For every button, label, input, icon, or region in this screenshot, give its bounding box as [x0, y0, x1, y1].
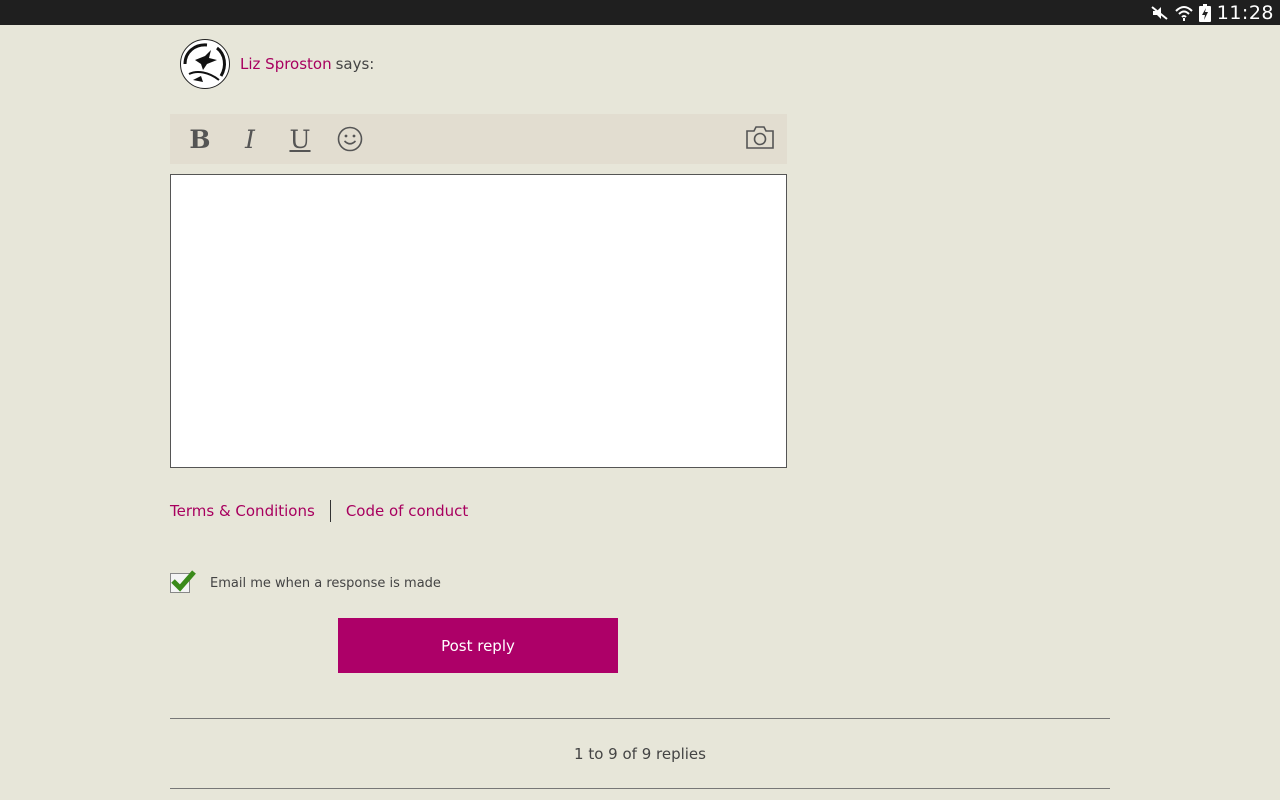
mute-icon: [1151, 5, 1169, 21]
editor-toolbar: B I U: [170, 114, 787, 164]
email-notify-label: Email me when a response is made: [210, 575, 441, 591]
underline-button[interactable]: U: [280, 114, 320, 164]
add-photo-button[interactable]: [740, 112, 780, 162]
divider: [170, 788, 1110, 789]
code-of-conduct-link[interactable]: Code of conduct: [346, 502, 468, 520]
email-notify-checkbox[interactable]: [170, 570, 196, 593]
avatar[interactable]: [180, 39, 230, 89]
status-time: 11:28: [1216, 1, 1274, 24]
checkmark-icon: [171, 570, 196, 592]
policy-links: Terms & Conditions Code of conduct: [170, 500, 468, 522]
reply-count: 1 to 9 of 9 replies: [574, 745, 706, 763]
comment-author: Liz Sproston says:: [180, 38, 374, 90]
email-notify-option: Email me when a response is made: [170, 570, 441, 593]
wifi-icon: [1175, 4, 1193, 22]
divider: [170, 718, 1110, 719]
author-name-link[interactable]: Liz Sproston: [240, 55, 332, 73]
italic-button[interactable]: I: [230, 114, 270, 164]
post-reply-button[interactable]: Post reply: [338, 618, 618, 673]
smiley-icon: [337, 126, 363, 152]
says-label: says:: [335, 55, 375, 73]
link-divider: [329, 500, 331, 522]
camera-icon: [746, 126, 774, 149]
battery-charging-icon: [1198, 3, 1211, 22]
bold-button[interactable]: B: [180, 114, 220, 164]
status-icons: 11:28: [1151, 0, 1274, 25]
bird-silhouette-icon: [183, 43, 226, 82]
status-bar: 11:28: [0, 0, 1280, 25]
reply-textarea[interactable]: [170, 174, 787, 468]
terms-link[interactable]: Terms & Conditions: [170, 502, 315, 520]
emoji-button[interactable]: [330, 114, 370, 164]
